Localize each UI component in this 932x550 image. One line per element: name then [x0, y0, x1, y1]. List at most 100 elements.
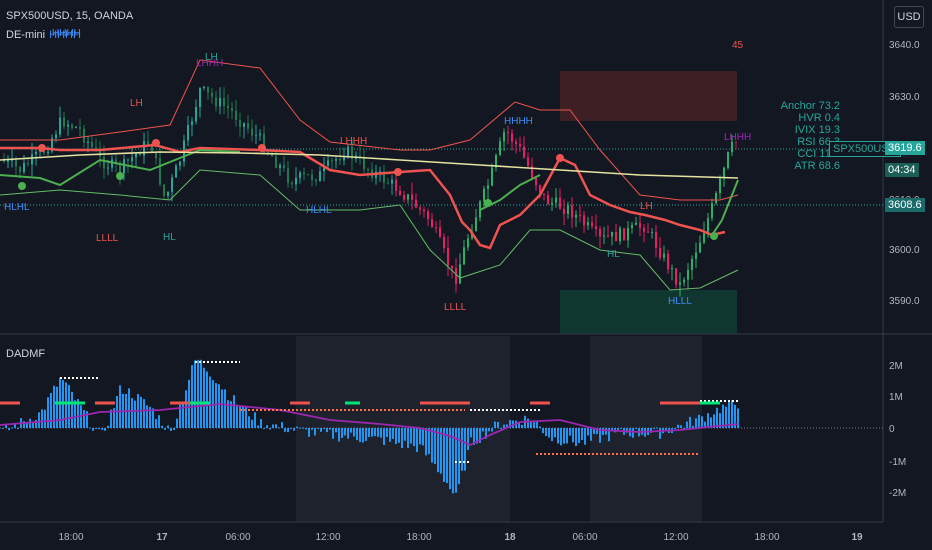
osc-bar — [257, 425, 259, 428]
candle-body — [651, 232, 653, 234]
candle-body — [147, 141, 149, 145]
candle-body — [227, 105, 229, 109]
osc-bar — [554, 428, 556, 438]
candle-body — [287, 168, 289, 184]
candle-body — [591, 222, 593, 227]
osc-bar — [293, 428, 295, 431]
countdown-label: 04:34 — [885, 163, 919, 177]
time-tick-label: 06:00 — [225, 532, 250, 543]
candle-body — [215, 97, 217, 107]
osc-bar — [290, 428, 292, 429]
osc-bar — [674, 428, 676, 429]
osc-bar — [272, 424, 274, 428]
osc-bar — [410, 428, 412, 444]
candle-body — [119, 164, 121, 174]
osc-bar — [701, 416, 703, 428]
candle-body — [27, 163, 29, 165]
candle-body — [403, 195, 405, 200]
candle-body — [719, 178, 721, 194]
osc-bar — [167, 425, 169, 428]
osc-bar — [173, 428, 175, 430]
osc-bar — [716, 407, 718, 428]
candle-body — [615, 231, 617, 242]
candle-body — [631, 224, 633, 228]
osc-bar — [401, 428, 403, 449]
candle-body — [203, 86, 205, 89]
osc-bar — [407, 428, 409, 448]
price-tick-label: 3640.0 — [889, 40, 920, 51]
osc-bar — [500, 427, 502, 429]
osc-bar — [497, 421, 499, 428]
candle-body — [159, 158, 161, 185]
indicator-name: DE-mini — [6, 29, 46, 41]
osc-tick-label: -1M — [889, 457, 906, 468]
osc-bar — [569, 428, 571, 436]
osc-bar — [632, 428, 634, 438]
candle-body — [575, 214, 577, 218]
osc-bar — [299, 427, 301, 429]
support-line — [711, 179, 739, 236]
candle-body — [511, 133, 513, 142]
time-tick-label: 19 — [851, 532, 863, 543]
candle-body — [663, 253, 665, 258]
candle-body — [415, 199, 417, 208]
osc-bar — [470, 428, 472, 438]
osc-bar — [572, 428, 574, 443]
osc-bar — [197, 359, 199, 428]
symbol-title[interactable]: SPX500USD, 15, OANDA — [6, 10, 133, 22]
candle-body — [603, 235, 605, 237]
osc-bar — [8, 428, 10, 431]
candle-body — [167, 191, 169, 196]
chart-canvas[interactable]: HHHHLHHHLHLHHHHHHHLHLHHHHLHLLLLL HLHLHLLL… — [0, 0, 932, 550]
osc-bar — [347, 428, 349, 439]
candle-body — [451, 265, 453, 269]
candle-body — [407, 194, 409, 200]
candle-body — [711, 203, 713, 219]
osc-bar — [260, 419, 262, 428]
osc-bar — [374, 428, 376, 437]
osc-bar — [317, 427, 319, 429]
time-tick-label: 12:00 — [663, 532, 688, 543]
candle-body — [155, 152, 157, 159]
osc-bar — [653, 428, 655, 429]
time-tick-label: 18:00 — [754, 532, 779, 543]
candle-body — [543, 193, 545, 195]
candle-body — [219, 98, 221, 107]
osc-bar — [119, 385, 121, 428]
candle-body — [335, 158, 337, 161]
osc-bar — [605, 428, 607, 435]
osc-bar — [656, 427, 658, 429]
candle-body — [527, 157, 529, 166]
osc-bar — [419, 428, 421, 445]
osc-bar — [587, 428, 589, 436]
candle-body — [659, 247, 661, 258]
candle-body — [695, 252, 697, 259]
oscillator-title[interactable]: DADMF — [6, 348, 45, 360]
candle-body — [171, 177, 173, 192]
osc-bar — [584, 428, 586, 445]
indicator-legend[interactable]: DE-mini HHHH — [6, 29, 81, 41]
osc-bar — [722, 404, 724, 428]
candle-body — [439, 227, 441, 238]
osc-bar — [104, 428, 106, 431]
candle-body — [199, 88, 201, 108]
candle-body — [639, 222, 641, 228]
osc-bar — [563, 428, 565, 444]
time-tick-label: 18:00 — [58, 532, 83, 543]
osc-bar — [398, 428, 400, 443]
osc-bar — [269, 428, 271, 430]
candle-body — [7, 160, 9, 162]
osc-bar — [314, 428, 316, 436]
osc-bar — [680, 425, 682, 428]
candle-body — [691, 258, 693, 270]
candle-body — [671, 268, 673, 270]
osc-bar — [236, 404, 238, 428]
currency-button[interactable]: USD — [894, 6, 924, 28]
time-tick-label: 18 — [504, 532, 516, 543]
osc-bar — [302, 427, 304, 429]
candle-body — [555, 197, 557, 203]
candle-body — [499, 141, 501, 156]
candle-body — [291, 183, 293, 185]
candle-body — [163, 184, 165, 196]
candle-body — [419, 207, 421, 210]
